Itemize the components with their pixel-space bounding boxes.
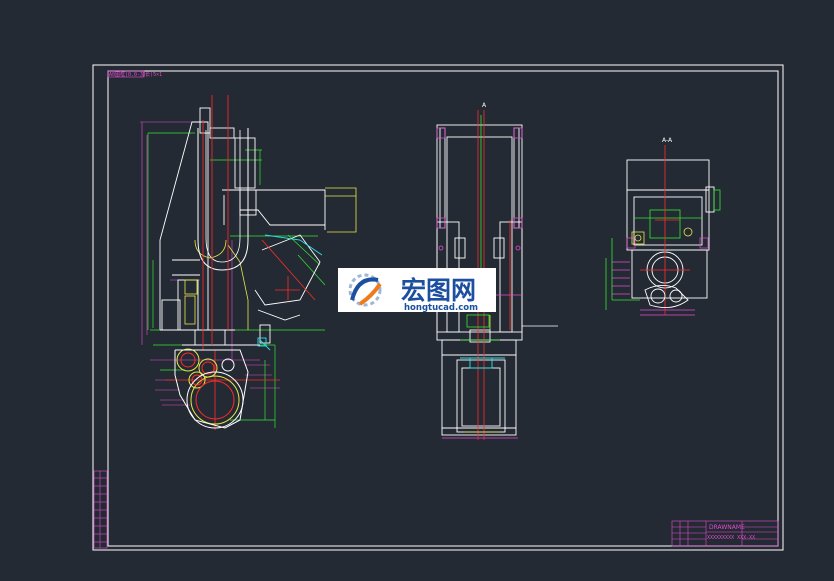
cad-drawing-canvas[interactable]: A0图框(0.0-加长)5×1 A A-A DRAWNAME XXXXXXXXX… [0,0,834,581]
view-1-side-elevation [140,95,357,430]
left-revision-strip [93,470,108,549]
title-subtitle: XXXXXXXXX XXX-XX [707,535,755,541]
view-mark-aa: A-A [662,137,673,144]
watermark-cn-text: 宏图网 [401,276,476,305]
view-mark-a: A [482,102,487,109]
watermark-logo: 宏图网 hongtucad.com [338,268,496,313]
title-drawing-name: DRAWNAME [709,524,745,531]
top-left-tag: A0图框(0.0-加长)5×1 [107,70,162,78]
top-left-tag-text: A0图框(0.0-加长)5×1 [109,71,162,78]
view-3-section-aa: A-A [605,137,721,316]
watermark-en-text: hongtucad.com [404,303,478,313]
